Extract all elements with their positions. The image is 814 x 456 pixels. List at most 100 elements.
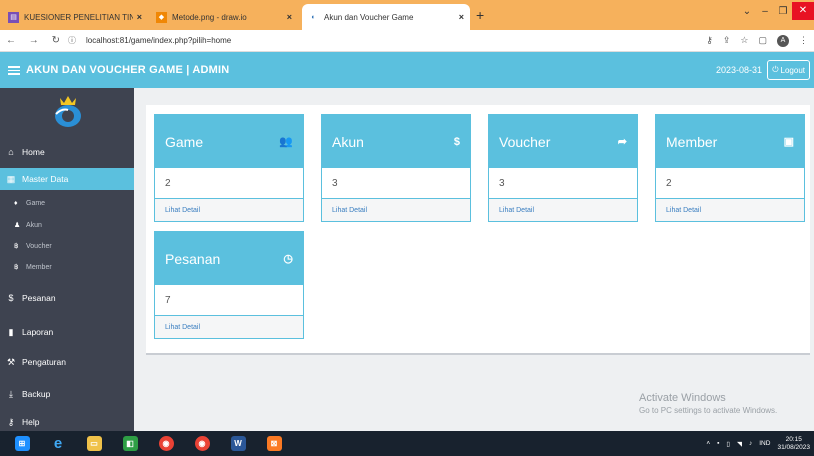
card-value: 2 — [155, 168, 303, 199]
card-title: Voucher — [499, 133, 551, 150]
maximize-icon[interactable]: ❐ — [774, 6, 792, 17]
taskbar-ie[interactable]: e — [44, 431, 72, 456]
chevron-down-icon[interactable]: ⌄ — [738, 6, 756, 17]
sidebar-subitem-member[interactable]: ฿ Member — [14, 263, 52, 272]
detail-link[interactable]: Lihat Detail — [155, 316, 303, 338]
browser-tab-active[interactable]: ◐ Akun dan Voucher Game × — [302, 4, 470, 30]
sidebar-item-label: Help — [22, 417, 40, 427]
card-header: Voucher ➦ — [489, 115, 637, 168]
bitcoin-icon: ฿ — [14, 264, 19, 271]
url-field[interactable]: localhost:81/game/index.php?pilih=home — [86, 36, 231, 45]
card-value: 2 — [656, 168, 804, 199]
close-window-icon[interactable]: ✕ — [792, 2, 814, 20]
sidepanel-icon[interactable]: ▢ — [758, 35, 767, 46]
close-tab-icon[interactable]: × — [137, 12, 142, 22]
share-icon[interactable]: ⇪ — [723, 35, 731, 46]
new-tab-button[interactable]: + — [476, 7, 484, 23]
app-tray-icon[interactable]: ▪ — [717, 440, 719, 447]
taskbar-xampp[interactable]: ⊠ — [260, 431, 288, 456]
back-icon[interactable]: ← — [6, 35, 16, 46]
start-button[interactable]: ⊞ — [8, 431, 36, 456]
detail-link[interactable]: Lihat Detail — [322, 199, 470, 221]
card-value: 7 — [155, 285, 303, 316]
sidebar-subitem-game[interactable]: ♦ Game — [14, 200, 45, 207]
taskbar-store[interactable]: ◧ — [116, 431, 144, 456]
card-title: Akun — [332, 133, 364, 150]
detail-link[interactable]: Lihat Detail — [155, 199, 303, 221]
sidebar-item-pesanan[interactable]: $ Pesanan — [0, 288, 134, 308]
sidebar-subitem-label: Akun — [26, 221, 42, 229]
sidebar-item-pengaturan[interactable]: ⚒ Pengaturan — [0, 352, 134, 372]
browser-tab-bar: ▤ KUESIONER PENELITIAN TINGKA × ◆ Metode… — [0, 0, 814, 30]
taskbar-word[interactable]: W — [224, 431, 252, 456]
home-icon: ⌂ — [8, 147, 14, 157]
card-voucher: Voucher ➦ 3 Lihat Detail — [488, 114, 638, 222]
sidebar-item-laporan[interactable]: ▮ Laporan — [0, 322, 134, 342]
taskbar: ⊞ e ▭ ◧ ◉ ◉ W ⊠ ˄ ▪ ▯ ◥ ♪ IND 20:15 31/0… — [0, 431, 814, 456]
taskbar-explorer[interactable]: ▭ — [80, 431, 108, 456]
detail-link[interactable]: Lihat Detail — [489, 199, 637, 221]
sidebar-item-master-data[interactable]: ▦ Master Data — [0, 168, 134, 190]
wrench-icon: ⚒ — [6, 356, 16, 367]
bitcoin-icon: ฿ — [14, 243, 19, 250]
nav-buttons: ← → ↻ — [6, 35, 60, 46]
sidebar-item-backup[interactable]: ⤓ Backup — [0, 384, 134, 404]
browser-tab-drawio[interactable]: ◆ Metode.png - draw.io × — [150, 4, 298, 30]
clock[interactable]: 20:15 31/08/2023 — [777, 436, 810, 452]
sidebar-item-help[interactable]: ⚷ Help — [0, 414, 134, 430]
logout-button[interactable]: ⏻ Logout — [767, 60, 810, 80]
card-header: Akun $ — [322, 115, 470, 168]
app-logo — [55, 96, 81, 127]
book-icon: ▮ — [8, 326, 14, 337]
share-icon: ➦ — [617, 136, 627, 148]
dollar-icon: $ — [453, 135, 460, 148]
taskbar-chrome-1[interactable]: ◉ — [152, 431, 180, 456]
activate-windows-watermark: Activate Windows Go to PC settings to ac… — [639, 392, 777, 415]
watermark-subtitle: Go to PC settings to activate Windows. — [639, 406, 778, 415]
form-icon: ▤ — [8, 11, 19, 23]
battery-icon[interactable]: ▯ — [726, 440, 730, 448]
tab-title: KUESIONER PENELITIAN TINGKA — [24, 12, 133, 22]
close-tab-icon[interactable]: × — [459, 12, 464, 22]
minimize-icon[interactable]: – — [756, 6, 774, 17]
taskbar-chrome-2[interactable]: ◉ — [188, 431, 216, 456]
card-pesanan: Pesanan ◷ 7 Lihat Detail — [154, 231, 304, 339]
tab-title: Metode.png - draw.io — [172, 12, 247, 22]
info-icon[interactable]: ⓘ — [68, 35, 76, 46]
volume-icon[interactable]: ♪ — [749, 440, 752, 447]
ie-icon: e — [53, 435, 63, 452]
key-icon[interactable]: ⚷ — [706, 35, 713, 46]
reload-icon[interactable]: ↻ — [52, 35, 60, 46]
star-icon[interactable]: ☆ — [740, 35, 748, 46]
app-title: AKUN DAN VOUCHER GAME | ADMIN — [26, 64, 230, 76]
menu-icon[interactable]: ⋮ — [799, 35, 808, 46]
sidebar-item-home[interactable]: ⌂ Home — [0, 142, 134, 162]
sidebar-subitem-label: Member — [26, 263, 52, 271]
browser-tab-kuesioner[interactable]: ▤ KUESIONER PENELITIAN TINGKA × — [2, 4, 148, 30]
sidebar-subitem-label: Game — [26, 200, 46, 207]
chevron-up-icon[interactable]: ˄ — [706, 440, 710, 447]
network-icon[interactable]: ◥ — [737, 440, 742, 448]
word-icon: W — [230, 436, 246, 451]
header-date: 2023-08-31 — [715, 65, 762, 75]
close-tab-icon[interactable]: × — [287, 12, 292, 22]
clock-icon: ◷ — [283, 253, 293, 265]
sidebar-subitem-voucher[interactable]: ฿ Voucher — [14, 242, 52, 251]
sidebar-subitem-akun[interactable]: ♟ Akun — [14, 221, 42, 230]
clock-date: 31/08/2023 — [777, 443, 810, 451]
sidebar-item-label: Pengaturan — [22, 357, 66, 367]
user-icon: ♟ — [14, 222, 21, 229]
card-value: 3 — [489, 168, 637, 199]
profile-avatar[interactable]: A — [777, 34, 789, 47]
download-icon: ⤓ — [9, 388, 13, 399]
folder-icon: ▭ — [86, 436, 102, 451]
forward-icon[interactable]: → — [29, 35, 39, 46]
dollar-icon: $ — [8, 293, 14, 303]
language-indicator[interactable]: IND — [759, 440, 770, 447]
site-logo-icon: ◐ — [311, 13, 316, 21]
sidebar-item-label: Pesanan — [22, 293, 56, 303]
clock-time: 20:15 — [785, 435, 802, 443]
sidebar-item-label: Home — [22, 147, 45, 157]
hamburger-icon[interactable] — [8, 65, 20, 75]
detail-link[interactable]: Lihat Detail — [656, 199, 804, 221]
